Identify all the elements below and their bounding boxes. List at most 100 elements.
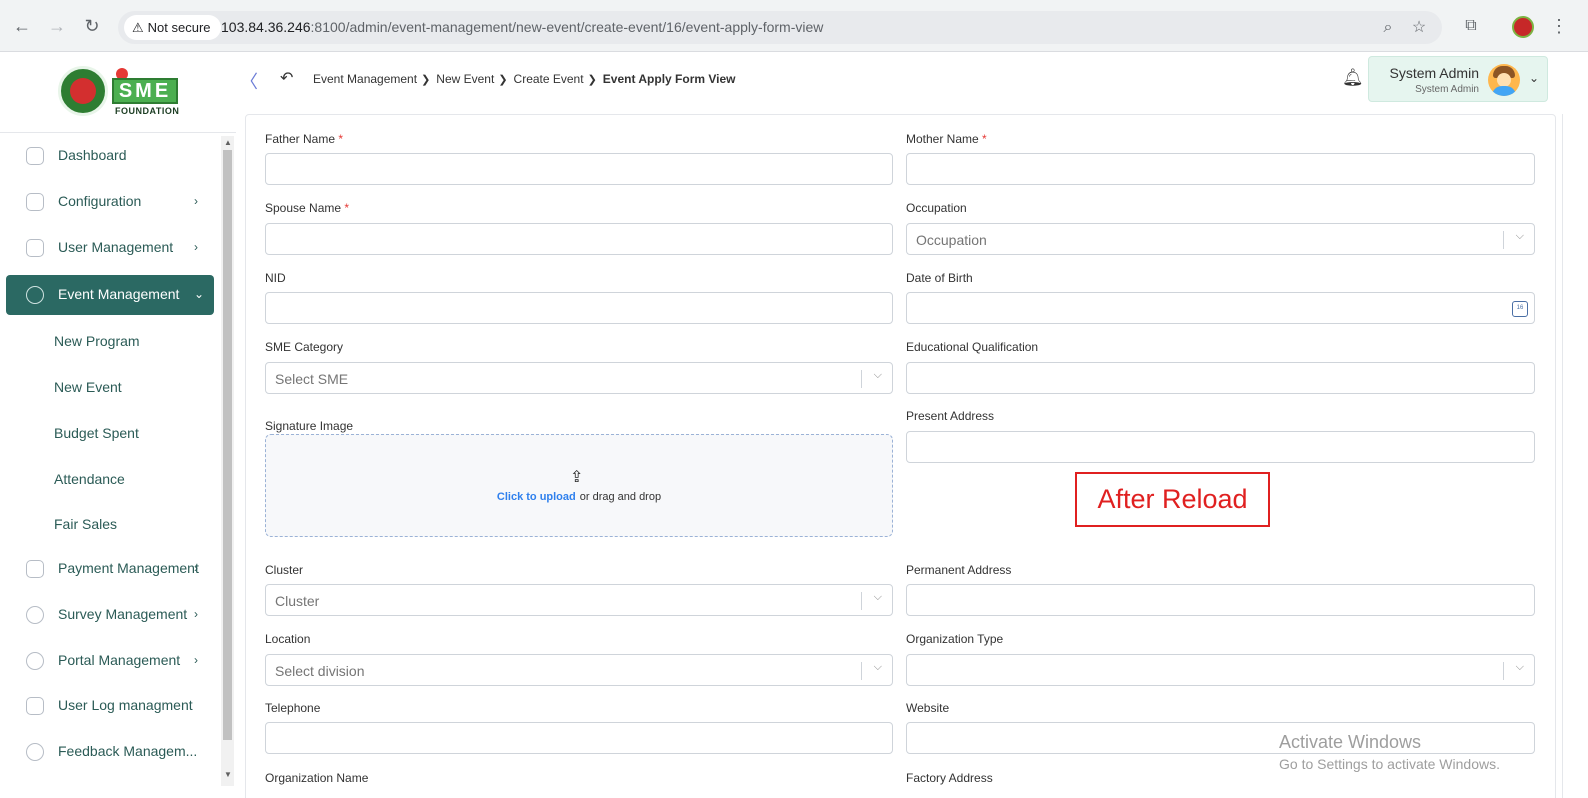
father-name-input[interactable] — [265, 153, 893, 185]
scrollbar-thumb[interactable] — [223, 150, 232, 740]
select-divider — [1503, 662, 1504, 680]
breadcrumb-item[interactable]: Event Management — [313, 72, 417, 86]
select-divider — [861, 592, 862, 610]
organization-type-select[interactable]: ⌵ — [906, 654, 1535, 686]
reload-icon[interactable]: ↻ — [80, 14, 104, 38]
chevron-right-icon: › — [194, 240, 198, 254]
educational-qualification-input[interactable] — [906, 362, 1535, 394]
log-icon — [26, 697, 44, 715]
payment-icon — [26, 560, 44, 578]
kebab-menu-icon[interactable]: ⋮ — [1550, 14, 1568, 38]
sidebar-subitem-new-program[interactable]: New Program — [54, 333, 140, 349]
bookmark-star-icon[interactable]: ☆ — [1408, 17, 1430, 39]
mother-name-input[interactable] — [906, 153, 1535, 185]
sidebar-item-label: Survey Management — [58, 606, 188, 622]
permanent-address-input[interactable] — [906, 584, 1535, 616]
user-menu[interactable]: System Admin System Admin ⌄ — [1368, 56, 1548, 102]
sidebar-item-configuration[interactable]: Configuration › — [6, 182, 214, 222]
chevron-down-icon: ⌵ — [1515, 661, 1524, 673]
sidebar-item-event-management[interactable]: Event Management ⌄ — [6, 275, 214, 315]
chevron-down-icon: ⌵ — [873, 369, 882, 381]
shield-icon — [26, 239, 44, 257]
breadcrumb-item[interactable]: Create Event — [514, 72, 584, 86]
sidebar-item-dashboard[interactable]: Dashboard — [6, 136, 214, 176]
website-label: Website — [906, 701, 950, 715]
pie-chart-icon — [26, 606, 44, 624]
select-divider — [1503, 231, 1504, 249]
spouse-name-input[interactable] — [265, 223, 893, 255]
lock-icon — [26, 286, 44, 304]
calendar-icon[interactable]: 16 — [1512, 301, 1528, 317]
sme-category-label: SME Category — [265, 340, 344, 354]
click-to-upload-link[interactable]: Click to upload — [497, 491, 576, 503]
factory-address-label: Factory Address — [906, 771, 993, 785]
page-scrollbar[interactable] — [1562, 114, 1563, 798]
select-placeholder: Select division — [275, 663, 365, 679]
chevron-down-icon: ⌵ — [873, 591, 882, 603]
sidebar-item-feedback-management[interactable]: Feedback Managem... — [6, 732, 214, 772]
sidebar-item-label: Event Management — [58, 286, 180, 302]
back-icon[interactable]: ↶ — [280, 68, 293, 88]
cluster-label: Cluster — [265, 563, 304, 577]
sidebar-subitem-new-event[interactable]: New Event — [54, 379, 122, 395]
select-placeholder: Select SME — [275, 371, 349, 387]
organization-name-label: Organization Name — [265, 771, 369, 785]
security-chip[interactable]: ⚠ Not secure — [124, 15, 221, 40]
telephone-input[interactable] — [265, 722, 893, 754]
sidebar-subitem-fair-sales[interactable]: Fair Sales — [54, 516, 117, 532]
website-input[interactable] — [906, 722, 1535, 754]
sidebar-item-survey-management[interactable]: Survey Management › — [6, 595, 214, 635]
location-select[interactable]: Select division ⌵ — [265, 654, 893, 686]
address-bar[interactable]: ⚠ Not secure 103.84.36.246:8100/admin/eve… — [118, 11, 1442, 44]
browser-toolbar: ← → ↻ ⚠ Not secure 103.84.36.246:8100/adm… — [0, 0, 1588, 52]
scroll-down-arrow-icon[interactable]: ▼ — [224, 770, 232, 779]
chevron-right-icon: ❯ — [421, 74, 431, 86]
forward-arrow-icon[interactable]: → — [45, 14, 69, 38]
sme-foundation-logo[interactable]: SME FOUNDATION — [58, 66, 182, 116]
collapse-sidebar-icon[interactable]: 〈 — [240, 68, 258, 94]
cluster-select[interactable]: Cluster ⌵ — [265, 584, 893, 616]
select-divider — [861, 370, 862, 388]
government-seal-icon — [58, 66, 108, 116]
sme-category-select[interactable]: Select SME ⌵ — [265, 362, 893, 394]
sidebar-subitem-attendance[interactable]: Attendance — [54, 471, 125, 487]
organization-type-label: Organization Type — [906, 632, 1004, 646]
extensions-icon[interactable]: ⧉ — [1460, 15, 1482, 37]
chevron-right-icon: › — [194, 653, 198, 667]
breadcrumb-item[interactable]: New Event — [436, 72, 494, 86]
url-text[interactable]: 103.84.36.246:8100/admin/event-managemen… — [221, 11, 823, 44]
present-address-input[interactable] — [906, 431, 1535, 463]
chevron-down-icon: ⌵ — [1515, 230, 1524, 242]
notification-bell-icon[interactable]: 🔔︎ — [1342, 68, 1364, 90]
sidebar-item-label: Feedback Managem... — [58, 743, 198, 759]
date-of-birth-input[interactable]: 16 — [906, 292, 1535, 324]
chevron-down-icon: ⌵ — [873, 661, 882, 673]
sidebar-item-user-management[interactable]: User Management › — [6, 228, 214, 268]
select-placeholder: Occupation — [916, 232, 987, 248]
educational-qualification-label: Educational Qualification — [906, 340, 1039, 354]
logo-subtitle: FOUNDATION — [115, 106, 180, 116]
sidebar-item-label: Portal Management — [58, 652, 181, 668]
signature-upload-dropzone[interactable]: ⇪ Click to upload or drag and drop — [265, 434, 893, 537]
chevron-right-icon: › — [194, 607, 198, 621]
sidebar-item-payment-management[interactable]: Payment Management › — [6, 549, 214, 589]
occupation-select[interactable]: Occupation ⌵ — [906, 223, 1535, 255]
sidebar-item-user-log-management[interactable]: User Log managment — [6, 686, 214, 726]
permanent-address-label: Permanent Address — [906, 563, 1012, 577]
sidebar-menu: Dashboard Configuration › User Managemen… — [6, 136, 214, 798]
sidebar-item-portal-management[interactable]: Portal Management › — [6, 641, 214, 681]
grid-icon — [26, 147, 44, 165]
nid-input[interactable] — [265, 292, 893, 324]
lock-icon — [26, 652, 44, 670]
feedback-icon — [26, 743, 44, 761]
avatar — [1488, 64, 1520, 96]
date-of-birth-label: Date of Birth — [906, 271, 973, 285]
zoom-icon[interactable]: ⌕ — [1377, 17, 1399, 39]
spouse-name-label: Spouse Name * — [265, 201, 350, 215]
scroll-up-arrow-icon[interactable]: ▲ — [224, 138, 232, 147]
back-arrow-icon[interactable]: ← — [10, 14, 34, 38]
sidebar-scrollbar[interactable]: ▲ ▼ — [221, 136, 234, 786]
profile-avatar-icon[interactable] — [1512, 16, 1534, 38]
occupation-label: Occupation — [906, 201, 967, 215]
sidebar-subitem-budget-spent[interactable]: Budget Spent — [54, 425, 139, 441]
